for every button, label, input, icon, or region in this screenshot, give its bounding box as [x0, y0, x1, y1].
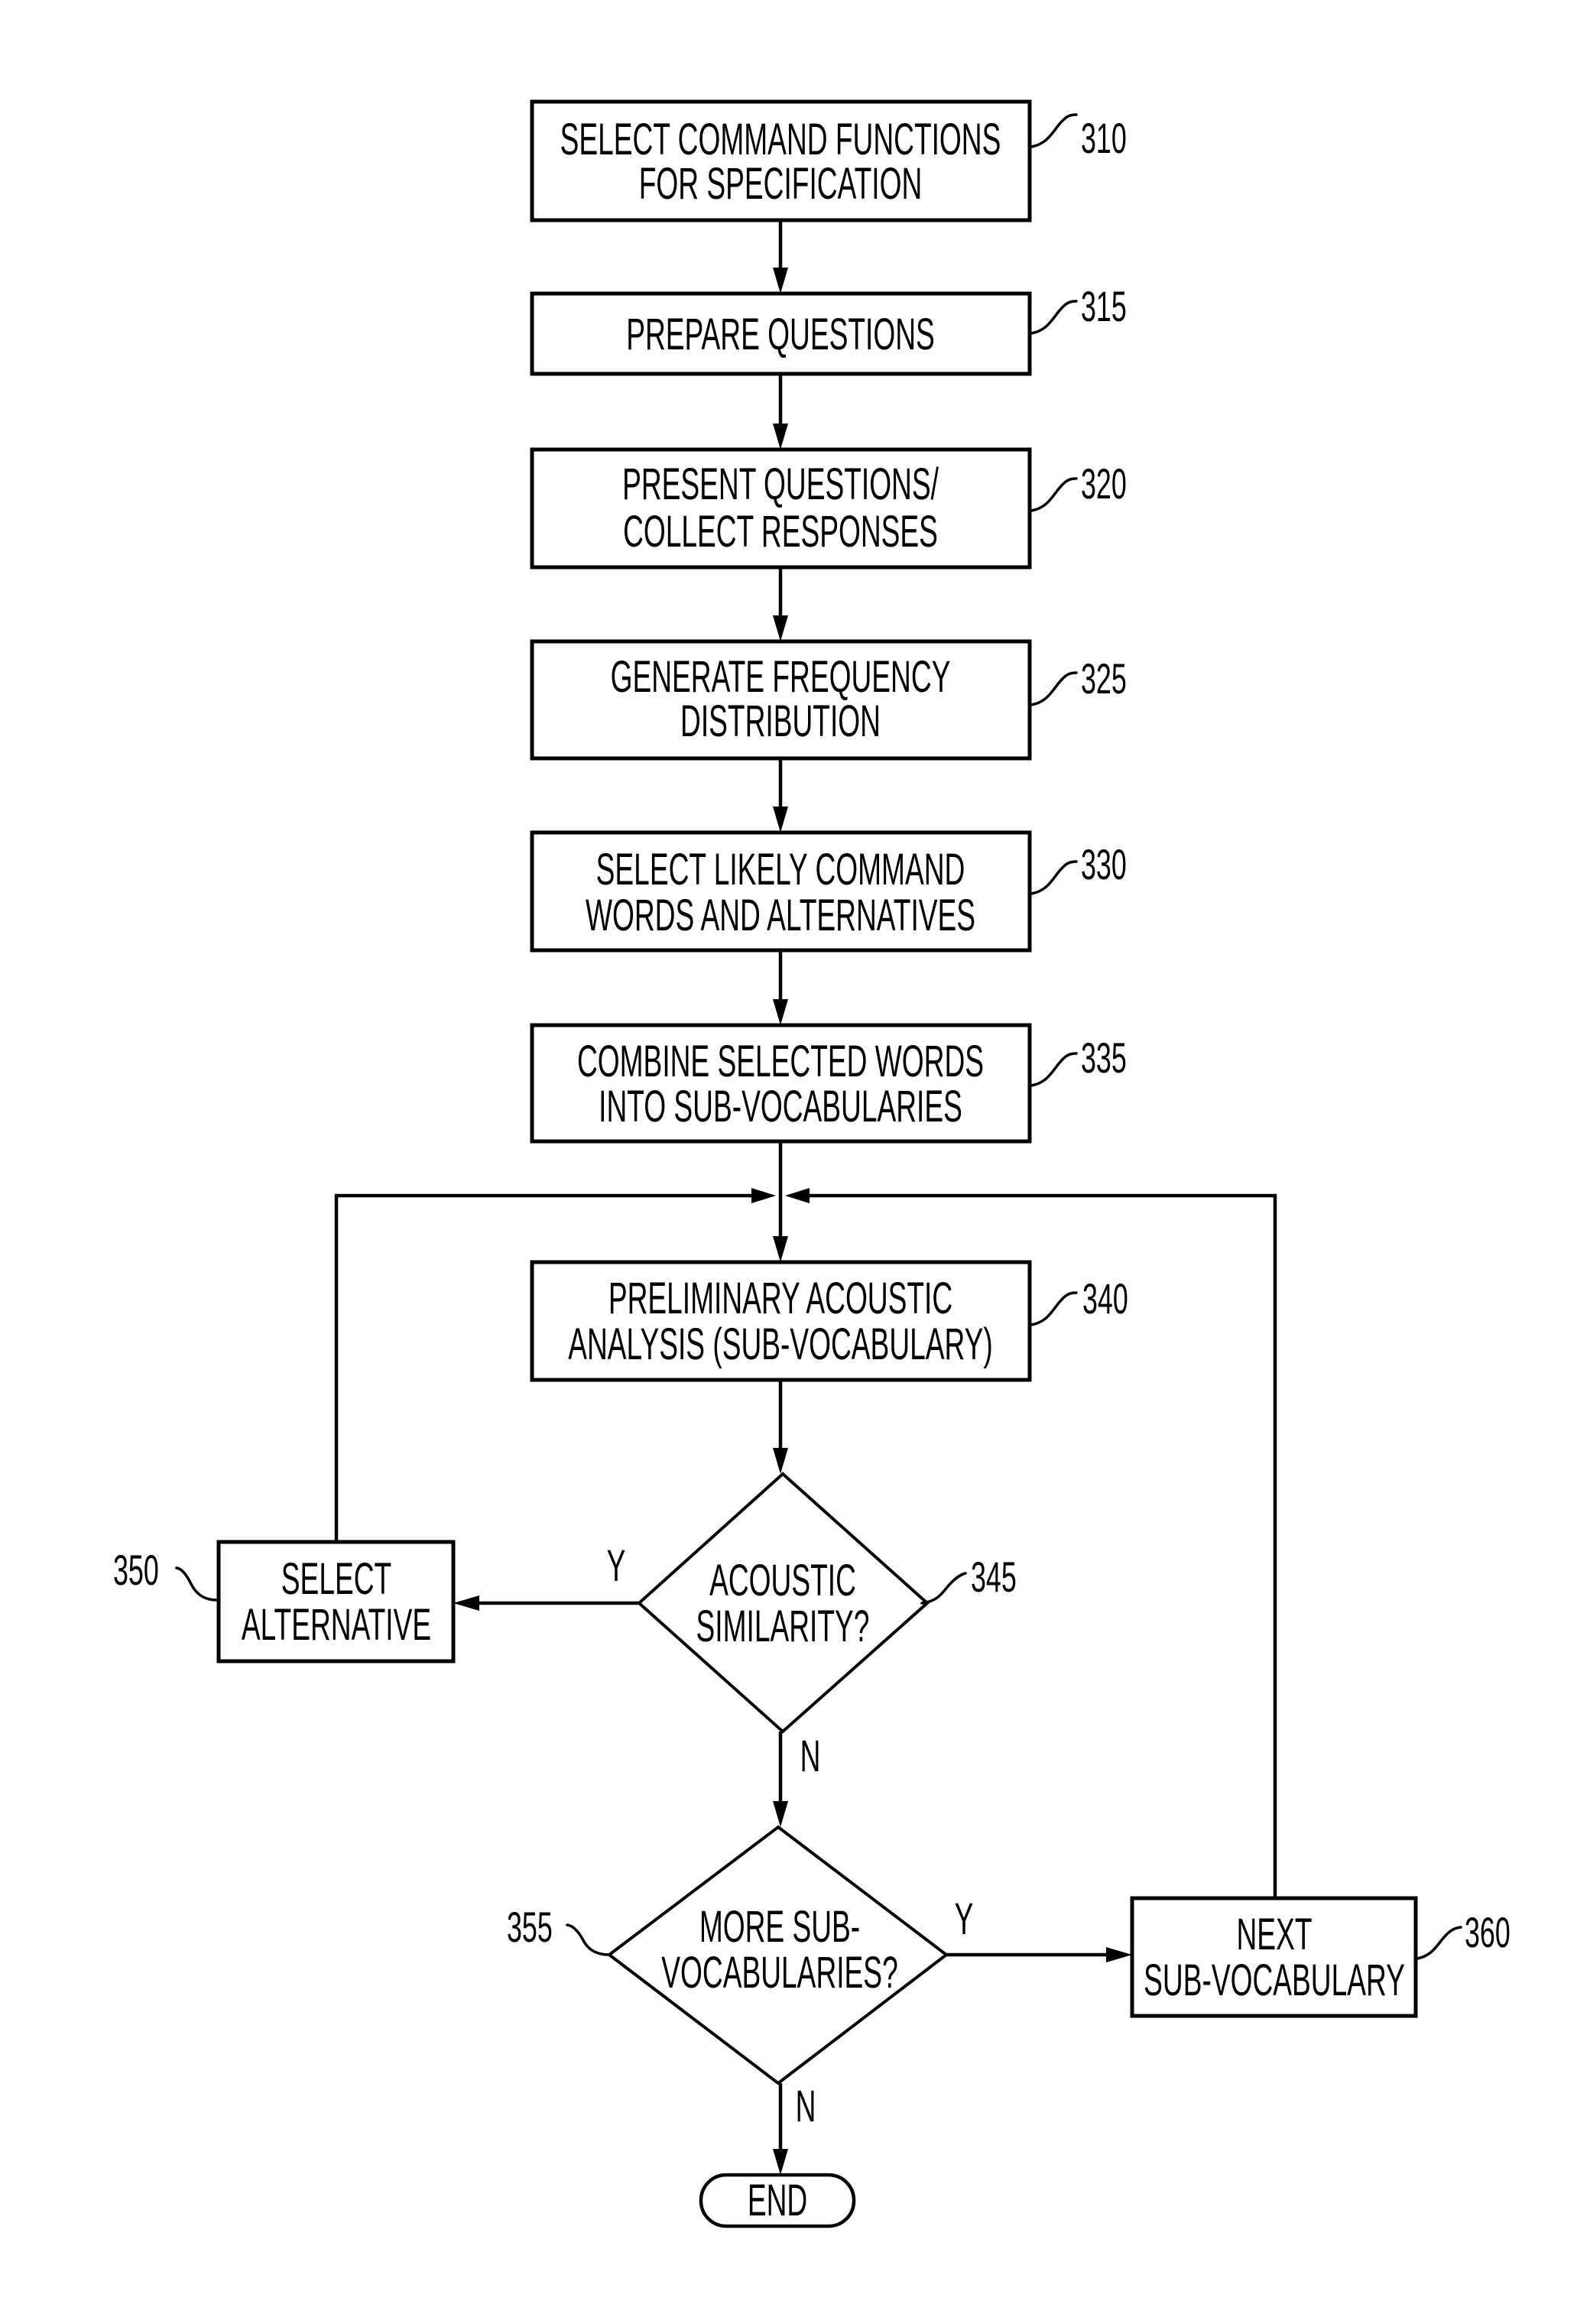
yes-label: Y: [955, 1895, 974, 1944]
arrowhead-345: [773, 1448, 788, 1474]
reference-number: 315: [1081, 282, 1127, 330]
arrowhead-end: [773, 2149, 788, 2175]
reference-number: 335: [1081, 1034, 1127, 1082]
arrowhead-loop-right: [785, 1188, 810, 1203]
arrowhead-315: [773, 268, 788, 294]
flowchart: SELECT COMMAND FUNCTIONS FOR SPECIFICATI…: [113, 99, 1510, 2228]
step-label-line: PREPARE QUESTIONS: [626, 310, 935, 359]
reference-leader: [175, 1566, 219, 1602]
reference-number: 320: [1081, 459, 1127, 508]
step-325: GENERATE FREQUENCY DISTRIBUTION 325: [530, 639, 1127, 761]
reference-number: 350: [113, 1546, 159, 1594]
reference-leader: [920, 1572, 967, 1605]
step-label-line: SELECT LIKELY COMMAND: [596, 846, 965, 894]
reference-leader: [1030, 1291, 1078, 1326]
reference-number: 345: [971, 1553, 1017, 1601]
arrowhead-320: [773, 424, 788, 450]
step-340: PRELIMINARY ACOUSTIC ANALYSIS (SUB-VOCAB…: [530, 1260, 1128, 1382]
step-315: PREPARE QUESTIONS 315: [530, 282, 1127, 376]
arrowhead-350: [453, 1595, 479, 1611]
step-label-line: COMBINE SELECTED WORDS: [577, 1037, 984, 1086]
reference-number: 310: [1081, 114, 1127, 162]
step-label-line: NEXT: [1237, 1910, 1313, 1959]
reference-number: 355: [507, 1903, 553, 1951]
reference-number: 360: [1465, 1908, 1510, 1956]
reference-leader: [1416, 1926, 1462, 1960]
arrowhead-loop-left: [751, 1188, 776, 1203]
arrowhead-330: [773, 807, 788, 833]
terminal-label: END: [748, 2176, 807, 2225]
step-label-line: FOR SPECIFICATION: [639, 160, 922, 209]
arrowhead-325: [773, 615, 788, 641]
yes-label: Y: [607, 1542, 626, 1591]
reference-number: 325: [1081, 654, 1127, 703]
step-label-line: ALTERNATIVE: [242, 1601, 431, 1650]
step-350: SELECT ALTERNATIVE 350: [113, 1540, 456, 1663]
reference-number: 330: [1081, 840, 1127, 888]
step-label-line: WORDS AND ALTERNATIVES: [586, 891, 975, 940]
step-360: NEXT SUB-VOCABULARY 360: [1130, 1896, 1510, 2018]
arrowhead-335: [773, 999, 788, 1025]
step-label-line: INTO SUB-VOCABULARIES: [599, 1082, 962, 1131]
step-320: PRESENT QUESTIONS/ COLLECT RESPONSES 320: [530, 447, 1127, 570]
decision-355: MORE SUB- VOCABULARIES? 355 Y N: [507, 1825, 974, 2131]
decision-345: ACOUSTIC SIMILARITY? 345 Y N: [607, 1472, 1017, 1781]
arrowhead-355: [773, 1801, 788, 1827]
reference-leader: [1030, 113, 1078, 148]
reference-leader: [1030, 1052, 1078, 1087]
step-label-line: SELECT COMMAND FUNCTIONS: [560, 115, 1001, 164]
step-label-line: PRESENT QUESTIONS/: [622, 460, 939, 509]
reference-number: 340: [1082, 1274, 1128, 1323]
step-label-line: ANALYSIS (SUB-VOCABULARY): [568, 1320, 993, 1369]
decision-label-line: MORE SUB-: [699, 1903, 860, 1952]
step-335: COMBINE SELECTED WORDS INTO SUB-VOCABULA…: [530, 1023, 1127, 1144]
step-label-line: COLLECT RESPONSES: [623, 508, 938, 557]
step-label-line: PRELIMINARY ACOUSTIC: [608, 1274, 952, 1323]
terminal-end: END: [699, 2173, 856, 2228]
no-label: N: [800, 1732, 821, 1781]
reference-leader: [1030, 671, 1078, 706]
reference-leader: [566, 1923, 611, 1956]
step-label-line: SELECT: [281, 1555, 391, 1604]
step-label-line: SUB-VOCABULARY: [1144, 1956, 1405, 2005]
step-330: SELECT LIKELY COMMAND WORDS AND ALTERNAT…: [530, 830, 1127, 953]
reference-leader: [1030, 860, 1078, 895]
arrowhead-360: [1106, 1947, 1132, 1962]
reference-leader: [1030, 477, 1078, 512]
reference-leader: [1030, 300, 1078, 335]
arrowhead-340: [773, 1236, 788, 1262]
step-label-line: GENERATE FREQUENCY: [611, 653, 951, 702]
decision-label-line: ACOUSTIC: [709, 1556, 856, 1605]
no-label: N: [796, 2082, 816, 2131]
step-label-line: DISTRIBUTION: [680, 697, 881, 746]
decision-label-line: SIMILARITY?: [696, 1602, 870, 1651]
decision-label-line: VOCABULARIES?: [661, 1949, 897, 1998]
step-310: SELECT COMMAND FUNCTIONS FOR SPECIFICATI…: [530, 99, 1127, 222]
